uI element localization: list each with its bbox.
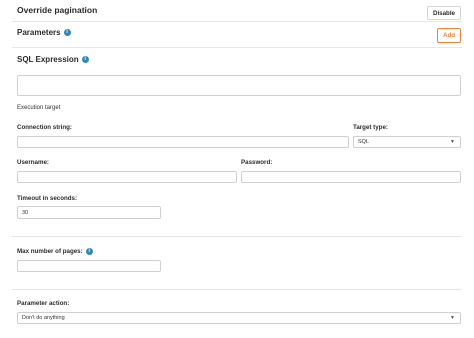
connection-string-label: Connection string: <box>17 124 72 131</box>
timeout-input[interactable]: 30 <box>17 206 161 219</box>
timeout-label: Timeout in seconds: <box>17 195 78 202</box>
add-parameter-button[interactable]: Add <box>437 28 461 43</box>
parameters-divider <box>12 47 462 48</box>
parameter-action-select[interactable]: Don't do anything ▼ <box>17 312 461 324</box>
parameter-action-value: Don't do anything <box>22 315 65 321</box>
username-label: Username: <box>17 159 49 166</box>
header-divider <box>12 21 462 22</box>
max-pages-label: Max number of pages: <box>17 248 83 256</box>
target-type-label: Target type: <box>353 124 388 131</box>
connection-string-input[interactable] <box>17 136 349 148</box>
target-type-select[interactable]: SQL ▼ <box>353 136 461 148</box>
max-pages-divider <box>12 289 462 290</box>
username-input[interactable] <box>17 171 237 183</box>
target-type-value: SQL <box>358 139 370 145</box>
chevron-down-icon: ▼ <box>450 139 455 145</box>
sql-expression-input[interactable] <box>17 75 461 96</box>
sql-title: SQL Expression <box>17 55 79 64</box>
info-icon[interactable]: i <box>85 248 93 255</box>
parameters-heading: Parameters i <box>17 28 71 37</box>
max-pages-heading: Max number of pages: i <box>17 248 93 255</box>
timeout-value: 30 <box>22 209 29 216</box>
info-icon[interactable]: i <box>63 29 71 37</box>
execution-target-title: Execution target <box>17 105 61 111</box>
timeout-divider <box>12 236 462 237</box>
sql-heading: SQL Expression i <box>17 55 89 64</box>
parameter-action-label: Parameter action: <box>17 300 70 307</box>
password-input[interactable] <box>241 171 461 183</box>
chevron-down-icon: ▼ <box>450 315 455 321</box>
disable-button[interactable]: Disable <box>427 6 461 20</box>
password-label: Password: <box>241 159 273 166</box>
info-icon[interactable]: i <box>81 56 89 64</box>
page-title: Override pagination <box>17 5 98 15</box>
max-pages-input[interactable] <box>17 260 161 272</box>
parameters-title: Parameters <box>17 28 61 37</box>
